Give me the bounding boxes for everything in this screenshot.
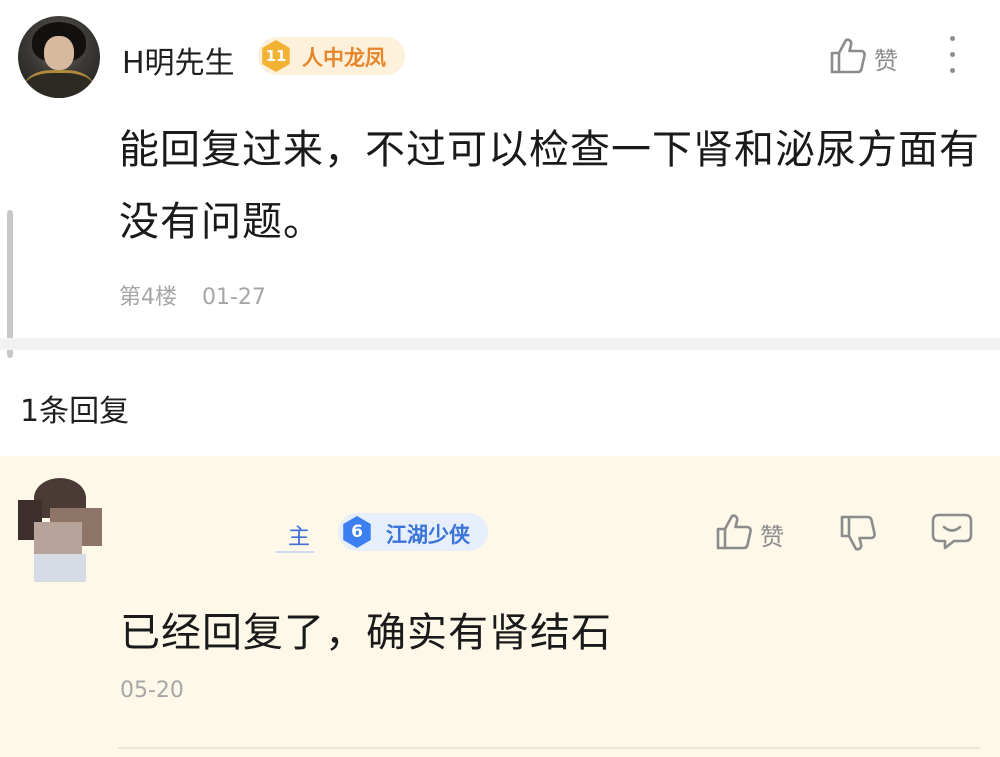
- reply-comment-button[interactable]: [930, 512, 974, 552]
- avatar-face: [44, 36, 74, 70]
- comment-bubble-icon: [931, 513, 973, 550]
- reply-time: 05-20: [120, 678, 184, 703]
- like-label: 赞: [874, 47, 898, 75]
- level-number: 11: [262, 40, 290, 72]
- post-meta: 第4楼 01-27: [119, 279, 266, 311]
- more-vertical-icon[interactable]: [944, 34, 960, 76]
- thumbs-down-icon: [840, 515, 876, 551]
- more-dot: [950, 52, 955, 57]
- level-title: 江湖少侠: [386, 523, 470, 547]
- more-dot: [950, 68, 955, 73]
- avatar-block: [34, 522, 82, 556]
- post-author-avatar[interactable]: [18, 16, 100, 98]
- scroll-indicator[interactable]: [7, 210, 13, 358]
- post-author-level-badge[interactable]: 11 人中龙凤: [258, 37, 405, 75]
- level-title: 人中龙凤: [302, 46, 386, 70]
- reply-content: 已经回复了，确实有肾结石: [120, 610, 612, 656]
- post-date: 01-27: [202, 285, 266, 310]
- thumbs-up-icon: [716, 514, 752, 550]
- more-dot: [950, 36, 955, 41]
- thumbs-up-icon: [830, 38, 866, 74]
- post-author-username[interactable]: H明先生: [122, 38, 235, 82]
- reply-author-username[interactable]: 主: [276, 519, 315, 553]
- reply-author-level-badge[interactable]: 6 江湖少侠: [338, 513, 488, 551]
- post-content: 能回复过来，不过可以检查一下肾和泌尿方面有没有问题。: [119, 127, 980, 245]
- reply-dislike-button[interactable]: [838, 513, 878, 553]
- section-divider: [0, 338, 1000, 350]
- post-floor: 第4楼: [119, 285, 177, 310]
- level-number: 6: [343, 516, 371, 548]
- reply-count-header: 1条回复: [20, 394, 130, 429]
- avatar-block: [34, 554, 86, 582]
- like-label: 赞: [760, 523, 784, 551]
- reply-divider: [118, 747, 980, 749]
- avatar-robe: [24, 70, 94, 98]
- reply-author-avatar[interactable]: [18, 478, 102, 582]
